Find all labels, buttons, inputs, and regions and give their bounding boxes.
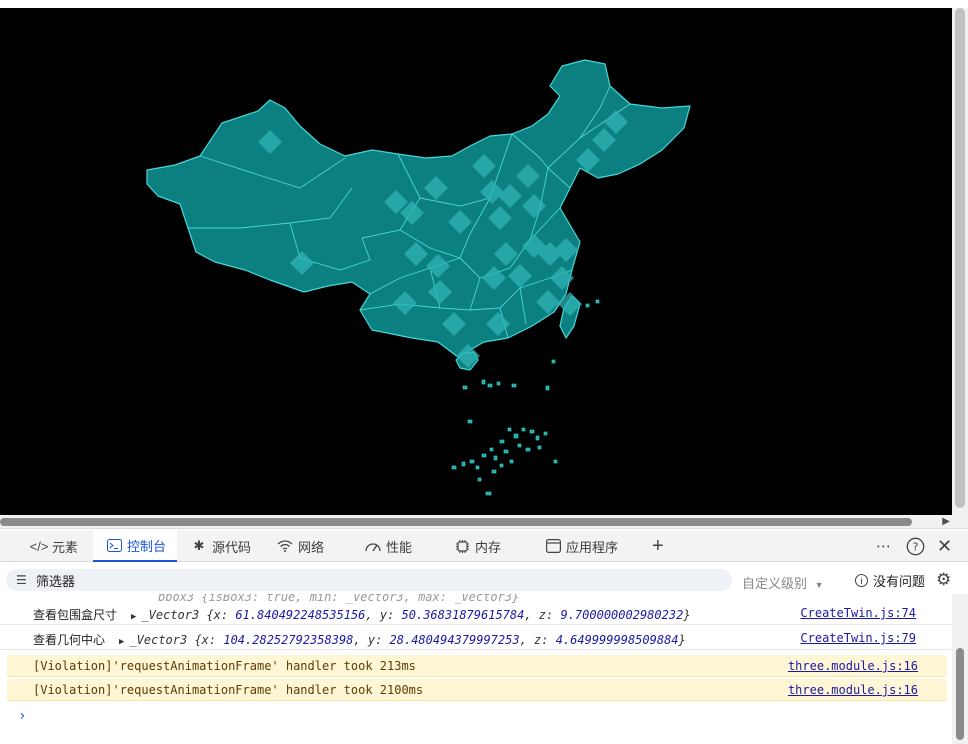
vector-x: 104.28252792358398 [223,633,354,647]
help-icon[interactable]: ? [906,530,925,562]
log-level-dropdown[interactable]: 自定义级别 ▼ [742,573,824,592]
console-scrollbar[interactable] [952,594,968,744]
log-label: 查看几何中心 [33,633,106,647]
devtools-panel: </> 元素 控制台 ✱ 源代码 网络 性能 内存 应用程序 + ⋯ ? ✕ ☰ 筛… [0,530,968,744]
tab-network-label: 网络 [298,539,325,555]
tab-network[interactable]: 网络 [276,530,336,562]
source-link[interactable]: CreateTwin.js:79 [800,631,916,645]
china-map-render [146,59,691,496]
vector-y: 50.36831879615784 [401,608,525,622]
log-label: 查看包围盒尺寸 [33,608,118,622]
console-scrollbar-thumb[interactable] [956,648,964,740]
violation-message: [Violation]'requestAnimationFrame' handl… [33,659,416,673]
filter-placeholder: 筛选器 [36,573,76,589]
tab-console-label: 控制台 [127,538,167,554]
code-icon: </> [29,538,49,554]
tab-sources[interactable]: ✱ 源代码 [190,530,260,562]
tab-elements-label: 元素 [52,539,79,555]
gauge-icon [364,537,382,555]
webgl-viewport[interactable] [0,8,952,515]
close-devtools-icon[interactable]: ✕ [937,530,952,562]
tab-sources-label: 源代码 [212,539,252,555]
vector-y: 28.480494379997253 [389,633,520,647]
source-link[interactable]: three.module.js:16 [788,683,918,697]
vector-z: 9.700000002980232 [560,608,684,622]
svg-text:?: ? [913,540,919,553]
gear-icon[interactable]: ⚙ [936,570,951,590]
more-options-icon[interactable]: ⋯ [876,530,892,562]
vector-type: _Vector3 [141,608,200,622]
console-prompt[interactable]: › [18,708,26,724]
bug-icon: ✱ [193,538,205,553]
vector-x: 61.840492248535156 [235,608,366,622]
wifi-icon [276,537,294,555]
page-horizontal-scrollbar-thumb[interactable] [0,518,912,526]
tab-performance[interactable]: 性能 [364,530,424,562]
console-icon [105,536,123,554]
console-output: bbox3 {isBox3: true, min: _Vector3, max:… [0,594,952,744]
source-link[interactable]: three.module.js:16 [788,659,918,673]
tab-memory[interactable]: 内存 [453,530,513,562]
vector-z: 4.649999998509884 [555,633,679,647]
console-filter-bar: ☰ 筛选器 自定义级别 ▼ i 没有问题 ⚙ [0,567,968,593]
chevron-down-icon: ▼ [814,580,824,590]
tab-memory-label: 内存 [475,539,502,555]
source-link[interactable]: CreateTwin.js:74 [800,606,916,620]
tab-application-label: 应用程序 [566,539,619,555]
console-log-row[interactable]: 查看包围盒尺寸 ▶ _Vector3 {x: 61.840492248535156,… [0,601,952,625]
vector-type: _Vector3 [129,633,188,647]
page-vertical-scrollbar[interactable] [952,8,968,515]
top-strip [0,0,968,8]
chip-icon [453,537,471,555]
filter-icon: ☰ [16,573,27,587]
console-log-row[interactable]: 查看几何中心 ▶ _Vector3 {x: 104.28252792358398, … [0,626,952,650]
tab-elements[interactable]: </> 元素 [30,530,92,562]
log-level-label: 自定义级别 [742,576,808,591]
expand-triangle-icon[interactable]: ▶ [131,612,136,622]
page-vertical-scrollbar-thumb[interactable] [955,8,965,508]
info-icon: i [855,574,868,587]
violation-message: [Violation]'requestAnimationFrame' handl… [33,683,424,697]
tab-console[interactable]: 控制台 [93,530,177,562]
scroll-right-icon[interactable]: ▶ [942,516,950,527]
filter-input[interactable]: ☰ 筛选器 [6,569,732,591]
issues-counter[interactable]: i 没有问题 [855,571,925,590]
console-violation-row[interactable]: [Violation]'requestAnimationFrame' handl… [7,655,947,677]
console-violation-row[interactable]: [Violation]'requestAnimationFrame' handl… [7,679,947,701]
tab-application[interactable]: 应用程序 [544,530,626,562]
page-horizontal-scrollbar[interactable]: ▶ [0,515,968,529]
window-icon [544,537,562,555]
add-panel-icon[interactable]: + [652,530,664,562]
expand-triangle-icon[interactable]: ▶ [119,637,124,647]
devtools-tabbar: </> 元素 控制台 ✱ 源代码 网络 性能 内存 应用程序 + ⋯ ? ✕ [0,530,968,562]
issues-label: 没有问题 [873,574,926,589]
tab-performance-label: 性能 [386,539,413,555]
